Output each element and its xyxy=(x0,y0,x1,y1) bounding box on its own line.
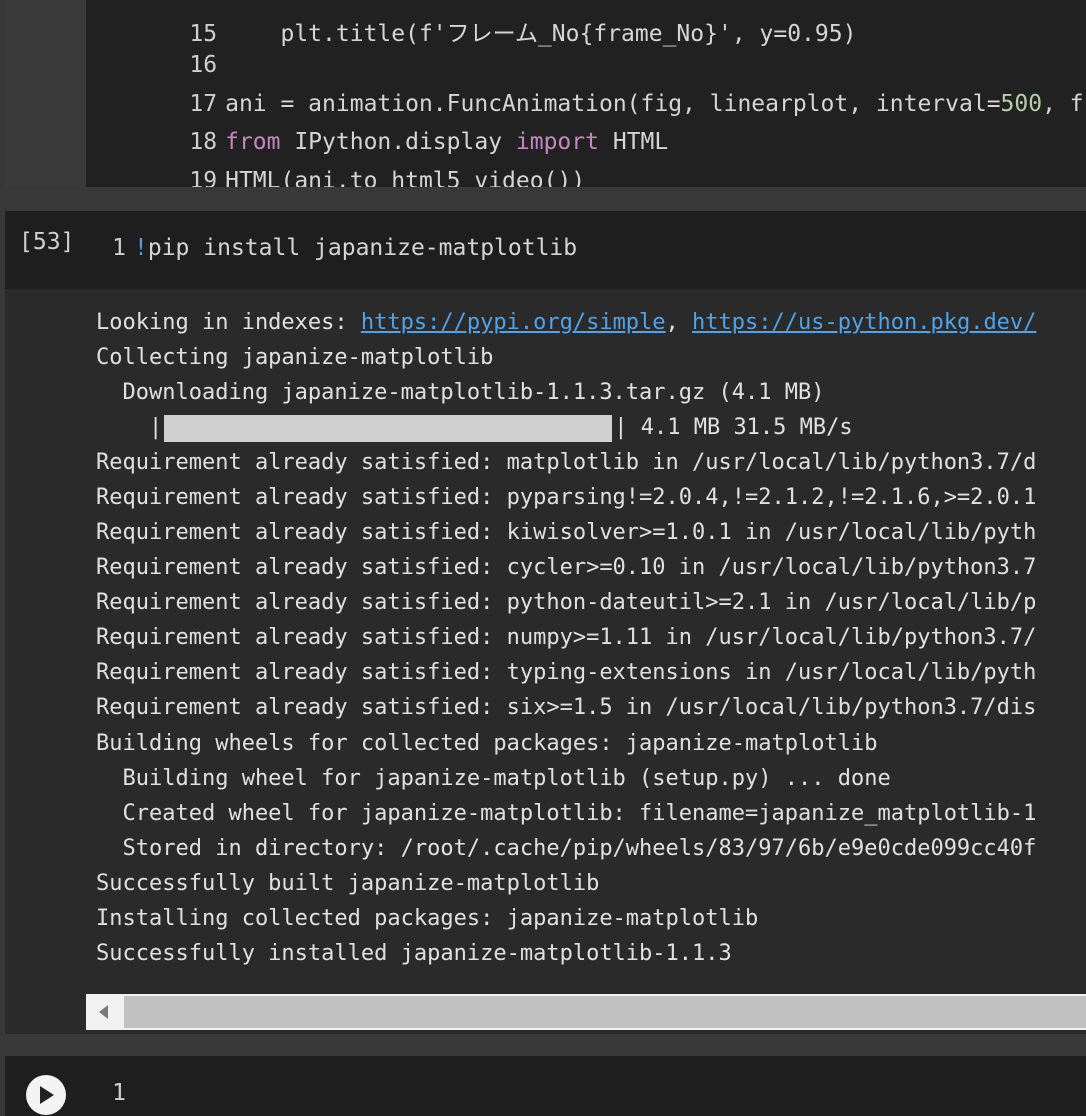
cell-output: Looking in indexes: https://pypi.org/sim… xyxy=(5,289,1086,1034)
cell-gutter xyxy=(5,0,86,187)
output-line: Collecting japanize-matplotlib xyxy=(96,345,494,370)
output-line: Stored in directory: /root/.cache/pip/wh… xyxy=(96,836,1037,861)
play-icon xyxy=(40,1086,54,1104)
output-line: Downloading japanize-matplotlib-1.1.3.ta… xyxy=(96,380,825,405)
run-cell-button[interactable] xyxy=(26,1075,66,1115)
code-text: plt.title(f'フレーム_No{frame_No}', y=0.95) xyxy=(225,21,857,47)
output-line: Requirement already satisfied: pyparsing… xyxy=(96,485,1037,510)
output-line: Installing collected packages: japanize-… xyxy=(96,906,759,931)
output-line: Requirement already satisfied: cycler>=0… xyxy=(96,555,1037,580)
index-link[interactable]: https://us-python.pkg.dev/ xyxy=(692,310,1036,335)
output-line: Requirement already satisfied: numpy>=1.… xyxy=(96,625,1037,650)
download-progress-bar xyxy=(164,414,613,442)
code-line-18: 18 from IPython.display import HTML xyxy=(86,91,668,155)
output-line: Requirement already satisfied: python-da… xyxy=(96,590,1037,615)
code-line-17: 17 ani = animation.FuncAnimation(fig, lin… xyxy=(86,53,1086,117)
scrollbar-thumb[interactable] xyxy=(124,996,1086,1028)
line-number: 19 xyxy=(189,168,218,187)
output-line-progress: | | 4.1 MB 31.5 MB/s xyxy=(96,411,853,445)
code-line-16: 16 xyxy=(86,14,225,78)
line-number: 1 xyxy=(112,235,126,261)
code-text: , frames= xyxy=(1042,91,1086,117)
output-line: Requirement already satisfied: typing-ex… xyxy=(96,660,1037,685)
code-text: HTML xyxy=(598,129,669,155)
output-line: Requirement already satisfied: kiwisolve… xyxy=(96,520,1037,545)
code-editor[interactable]: 1 xyxy=(86,1076,134,1110)
output-line: Requirement already satisfied: six>=1.5 … xyxy=(96,695,1037,720)
code-editor[interactable]: 1 !pip install japanize-matplotlib xyxy=(86,231,577,265)
shell-bang: ! xyxy=(134,235,148,261)
code-text: HTML(ani.to_html5_video()) xyxy=(225,168,586,187)
scroll-left-button[interactable] xyxy=(86,994,122,1030)
output-text: , xyxy=(665,310,693,335)
output-line: Successfully built japanize-matplotlib xyxy=(96,871,600,896)
code-cell-empty[interactable]: 1 xyxy=(5,1056,1086,1116)
progress-pipe: | xyxy=(148,415,163,440)
output-text: Looking in indexes: xyxy=(96,310,361,335)
code-text: pip install japanize-matplotlib xyxy=(147,235,578,261)
output-line: Building wheel for japanize-matplotlib (… xyxy=(96,766,891,791)
code-line-19: 19 HTML(ani.to_html5_video()) xyxy=(86,130,585,187)
index-link[interactable]: https://pypi.org/simple xyxy=(361,310,666,335)
output-line: Requirement already satisfied: matplotli… xyxy=(96,450,1037,475)
execution-count: [53] xyxy=(19,229,75,255)
code-editor[interactable]: 15 plt.title(f'フレーム_No{frame_No}', y=0.9… xyxy=(86,0,1086,187)
line-number: 1 xyxy=(112,1080,126,1106)
output-line: Building wheels for collected packages: … xyxy=(96,731,878,756)
output-horizontal-scrollbar[interactable] xyxy=(86,994,1086,1030)
output-line: Successfully installed japanize-matplotl… xyxy=(96,941,732,966)
output-line: Created wheel for japanize-matplotlib: f… xyxy=(96,801,1037,826)
progress-stats: | 4.1 MB 31.5 MB/s xyxy=(614,415,853,440)
chevron-left-icon xyxy=(99,1005,108,1019)
code-cell-previous[interactable]: 15 plt.title(f'フレーム_No{frame_No}', y=0.9… xyxy=(5,0,1086,187)
code-cell-pip-install[interactable]: [53] 1 !pip install japanize-matplotlib xyxy=(5,211,1086,289)
code-number: 500 xyxy=(1000,91,1043,117)
output-line-indexes: Looking in indexes: https://pypi.org/sim… xyxy=(96,306,1036,340)
